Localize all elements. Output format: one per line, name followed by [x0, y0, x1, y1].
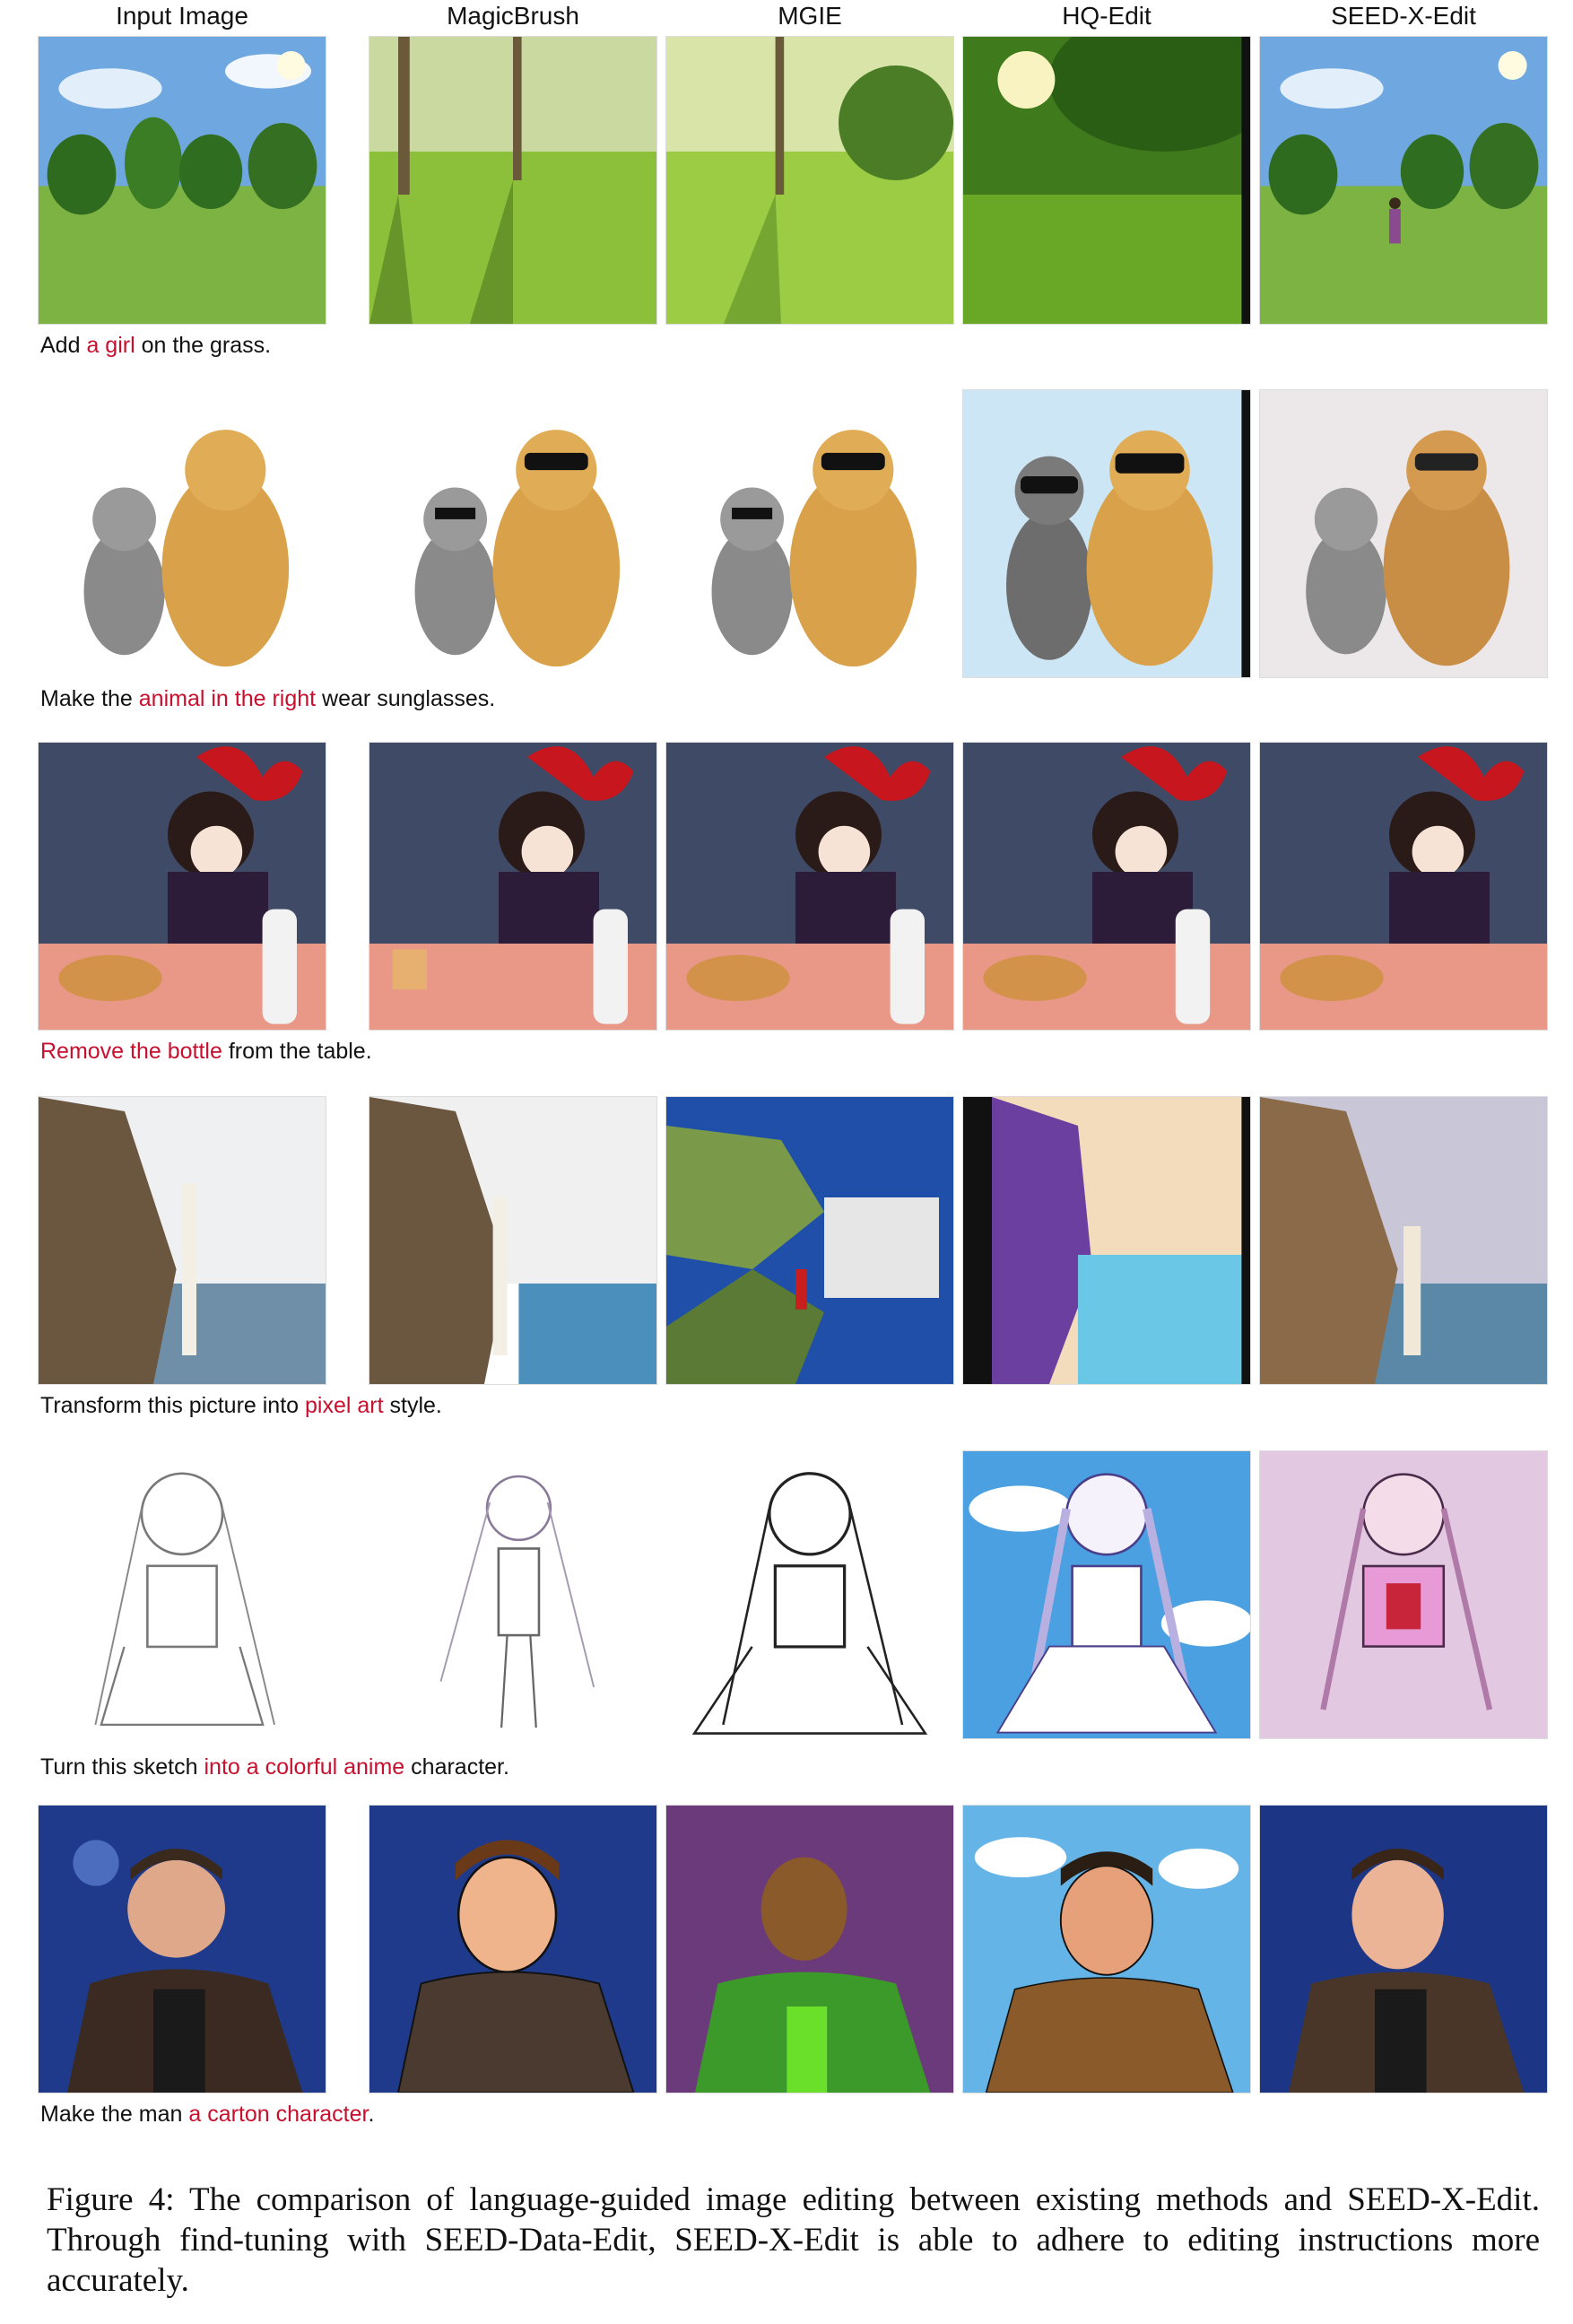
row-6-instruction: Make the man a carton character.	[40, 2102, 375, 2127]
image-hq-edit-park	[962, 36, 1251, 325]
image-seed-x-edit-pets	[1259, 389, 1548, 678]
image-hq-edit-pets	[962, 389, 1251, 678]
column-header-mgie: MGIE	[778, 2, 842, 30]
image-mgie-park	[665, 36, 954, 325]
row-3-instruction: Remove the bottle from the table.	[40, 1039, 372, 1064]
image-magicbrush-pets	[369, 389, 657, 678]
image-magicbrush-table	[369, 742, 657, 1031]
image-mgie-cliff	[665, 1096, 954, 1385]
row-1-instruction: Add a girl on the grass.	[40, 333, 272, 358]
image-magicbrush-man	[369, 1805, 657, 2093]
image-magicbrush-park	[369, 36, 657, 325]
image-magicbrush-sketch	[369, 1450, 657, 1739]
image-seed-x-edit-cliff	[1259, 1096, 1548, 1385]
image-hq-edit-table	[962, 742, 1251, 1031]
image-input-cliff	[38, 1096, 326, 1385]
image-input-pets	[38, 389, 326, 678]
image-seed-x-edit-sketch	[1259, 1450, 1548, 1739]
image-magicbrush-cliff	[369, 1096, 657, 1385]
image-hq-edit-cliff	[962, 1096, 1251, 1385]
row-2-instruction: Make the animal in the right wear sungla…	[40, 686, 496, 711]
image-hq-edit-sketch	[962, 1450, 1251, 1739]
row-4-instruction: Transform this picture into pixel art st…	[40, 1393, 442, 1418]
image-mgie-man	[665, 1805, 954, 2093]
image-hq-edit-man	[962, 1805, 1251, 2093]
image-mgie-table	[665, 742, 954, 1031]
column-header-seed-x-edit: SEED-X-Edit	[1331, 2, 1476, 30]
column-header-input-image: Input Image	[116, 2, 248, 30]
image-seed-x-edit-table	[1259, 742, 1548, 1031]
image-input-table	[38, 742, 326, 1031]
image-input-sketch	[38, 1450, 326, 1739]
image-input-park	[38, 36, 326, 325]
image-mgie-sketch	[665, 1450, 954, 1739]
column-header-magicbrush: MagicBrush	[447, 2, 579, 30]
image-input-man	[38, 1805, 326, 2093]
image-seed-x-edit-man	[1259, 1805, 1548, 2093]
figure-caption: Figure 4: The comparison of language-gui…	[47, 2181, 1540, 2299]
column-header-hq-edit: HQ-Edit	[1062, 2, 1152, 30]
row-5-instruction: Turn this sketch into a colorful anime c…	[40, 1754, 509, 1780]
image-mgie-pets	[665, 389, 954, 678]
image-seed-x-edit-park	[1259, 36, 1548, 325]
